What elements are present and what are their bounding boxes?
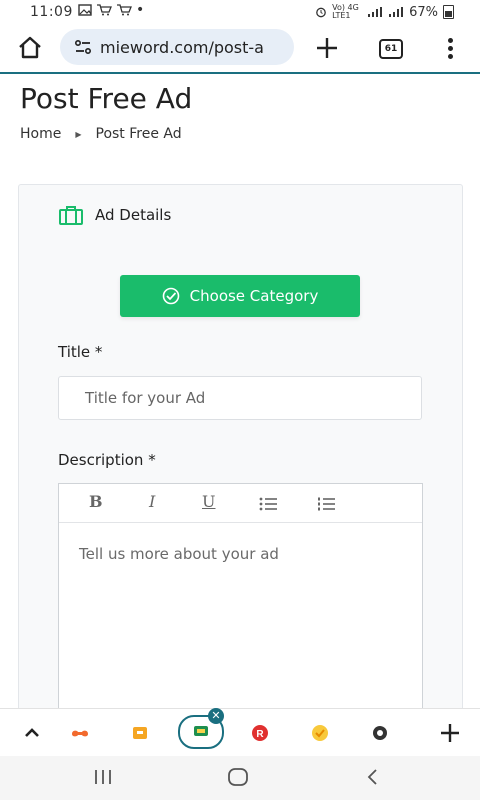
description-editor[interactable]: B I U Tell us more about your ad — [58, 483, 423, 723]
browser-toolbar: mieword.com/post-a 61 — [0, 24, 480, 74]
plus-icon[interactable] — [438, 721, 462, 745]
chevron-up-icon[interactable] — [20, 721, 44, 745]
status-time: 11:09 — [30, 4, 73, 20]
section-header: Ad Details — [59, 205, 171, 225]
status-notification-icons: • — [78, 2, 145, 18]
bullet-list-icon[interactable] — [259, 496, 277, 512]
breadcrumb-separator-icon: ▶ — [75, 129, 82, 139]
app-icon[interactable]: R — [248, 721, 272, 745]
network-label: Vo) 4G LTE1 — [332, 3, 359, 20]
battery-percent: 67% — [409, 4, 438, 20]
url-text[interactable]: mieword.com/post-a — [100, 38, 285, 57]
breadcrumb: Home ▶ Post Free Ad — [20, 126, 182, 142]
cart-icon — [117, 4, 132, 16]
battery-icon — [443, 5, 454, 19]
editor-toolbar: B I U — [59, 484, 422, 523]
page-title: Post Free Ad — [20, 82, 193, 115]
home-button[interactable] — [16, 34, 44, 62]
active-app-button[interactable]: ✕ — [178, 708, 224, 749]
back-icon[interactable] — [362, 766, 384, 788]
signal-icon — [368, 7, 383, 17]
bottom-app-bar: ✕ R — [0, 708, 480, 757]
briefcase-icon — [59, 206, 83, 225]
italic-button[interactable]: I — [149, 492, 155, 511]
recent-apps-icon[interactable] — [92, 766, 114, 788]
plus-icon — [317, 38, 337, 58]
ad-details-card: Ad Details Choose Category Title * Title… — [18, 184, 463, 726]
close-icon[interactable]: ✕ — [208, 708, 224, 724]
app-icon[interactable] — [128, 721, 152, 745]
title-input[interactable]: Title for your Ad — [58, 376, 422, 420]
bold-button[interactable]: B — [89, 492, 103, 511]
app-icon[interactable] — [368, 721, 392, 745]
address-bar[interactable]: mieword.com/post-a — [60, 29, 294, 65]
status-bar: 11:09 • Vo) 4G LTE1 67% — [0, 0, 480, 24]
check-circle-icon — [162, 287, 179, 305]
signal-icon — [389, 7, 404, 17]
alarm-icon — [316, 7, 326, 18]
title-placeholder: Title for your Ad — [85, 389, 206, 407]
section-title: Ad Details — [95, 206, 172, 224]
image-icon — [78, 4, 92, 16]
choose-category-button[interactable]: Choose Category — [120, 275, 360, 317]
cart-icon — [97, 4, 112, 16]
underline-button[interactable]: U — [202, 492, 215, 511]
description-label: Description * — [58, 451, 156, 469]
breadcrumb-current: Post Free Ad — [95, 126, 182, 142]
breadcrumb-home-link[interactable]: Home — [20, 126, 61, 142]
svg-text:R: R — [256, 729, 264, 740]
system-nav-bar — [0, 756, 480, 800]
description-placeholder: Tell us more about your ad — [79, 545, 279, 563]
more-vert-icon[interactable] — [440, 36, 460, 60]
site-settings-icon[interactable] — [74, 38, 92, 56]
status-system-icons: Vo) 4G LTE1 67% — [315, 4, 454, 20]
app-icon — [194, 726, 208, 736]
home-nav-icon[interactable] — [226, 766, 250, 788]
choose-category-label: Choose Category — [189, 287, 319, 305]
title-label: Title * — [58, 343, 103, 361]
app-icon[interactable] — [308, 721, 332, 745]
numbered-list-icon[interactable] — [317, 496, 335, 512]
new-tab-button[interactable] — [313, 34, 341, 62]
tabs-counter-button[interactable]: 61 — [379, 39, 403, 59]
dot-icon: • — [136, 2, 145, 18]
app-icon[interactable] — [68, 721, 92, 745]
home-icon — [19, 36, 41, 59]
